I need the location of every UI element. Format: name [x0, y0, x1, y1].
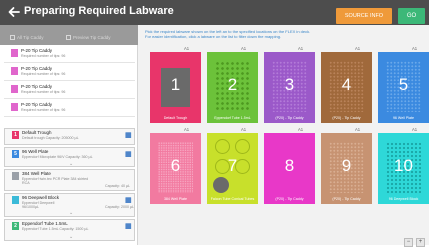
info-icon[interactable]: ▦ [125, 131, 132, 140]
tip-caddy-color-badge [11, 85, 18, 93]
chevron-down-icon[interactable]: ⌄ [69, 210, 73, 216]
deck-slot-5[interactable]: 5 96 Well Plate [378, 52, 429, 123]
info-icon[interactable]: ▦ [125, 150, 132, 159]
list-item[interactable]: P-20 Tip Caddy Required number of tips: … [4, 65, 135, 80]
list-item[interactable]: 2 Eppendorf Tube 1.5mL Eppendorf Tube 1.… [4, 219, 135, 241]
slot-tag: A1 [298, 127, 304, 132]
page-title: Preparing Required Labware [24, 5, 174, 17]
deck-slot-6[interactable]: 6 384 Well Plate [150, 133, 201, 204]
chevron-down-icon[interactable]: ⌄ [69, 234, 73, 240]
slot-tag: A1 [298, 46, 304, 51]
deck-map: Pick the required labware shown on the l… [138, 25, 429, 247]
info-icon[interactable]: ▦ [125, 222, 132, 231]
tip-caddy-color-badge [11, 103, 18, 111]
divider [4, 80, 135, 81]
deck-slot-1[interactable]: 1 Default Trough [150, 52, 201, 123]
sidebar-tab-bar: All Tip Caddy Preview Tip Caddy [0, 25, 138, 45]
slot-badge: 1 [12, 131, 19, 139]
checkbox-icon [66, 35, 71, 41]
slot-badge: 2 [12, 222, 19, 230]
slot-tag: A1 [184, 127, 190, 132]
labware-sidebar: All Tip Caddy Preview Tip Caddy P-20 Tip… [0, 25, 138, 245]
list-item[interactable]: P-20 Tip Caddy Required number of tips: … [4, 101, 135, 116]
deck-slot-7[interactable]: 7 Falcon Tube Conical Tubes [207, 133, 258, 204]
list-item[interactable]: 96 Deepwell Block Eppendorf Deepwell 96/… [4, 193, 135, 217]
info-icon[interactable]: ▦ [125, 196, 132, 205]
list-item[interactable]: P-20 Tip Caddy Required number of tips: … [4, 83, 135, 98]
slot-tag: A1 [355, 127, 361, 132]
deck-slot-8[interactable]: 8 (P20) - Tip Caddy [264, 133, 315, 204]
deck-slot-10[interactable]: 10 96 Deepwell Block [378, 133, 429, 204]
slot-tag: A1 [184, 46, 190, 51]
list-item[interactable]: P-20 Tip Caddy Required number of tips: … [4, 47, 135, 62]
checkbox-icon [10, 35, 15, 41]
tip-caddy-color-badge [11, 67, 18, 75]
tip-caddy-color-badge [11, 49, 18, 57]
list-item[interactable]: 1 Default Trough Default trough Capacity… [4, 128, 135, 145]
deck-slot-3[interactable]: 3 (P20) - Tip Caddy [264, 52, 315, 123]
slot-tag: A1 [355, 46, 361, 51]
tube-well-filled [213, 177, 229, 193]
chevron-down-icon[interactable]: ⌄ [69, 161, 73, 167]
top-bar: Preparing Required Labware SOURCE INFO G… [0, 0, 429, 25]
tab-all-tip-caddy[interactable]: All Tip Caddy [10, 33, 44, 42]
slot-tag: A1 [412, 46, 418, 51]
tube-well [215, 139, 230, 154]
tube-well [235, 139, 250, 154]
slot-badge: 5 [12, 150, 19, 158]
deck-slot-2[interactable]: 2 Eppendorf Tube 1.5mL [207, 52, 258, 123]
slot-tag: A1 [241, 46, 247, 51]
slot-tag: A1 [412, 127, 418, 132]
list-item[interactable]: 384 Well Plate Eppendorf twin.tec PCR Pl… [4, 169, 135, 191]
divider [4, 116, 135, 117]
slot-badge [12, 196, 19, 204]
list-item[interactable]: 5 96 Well Plate Eppendorf Microplate 96/… [4, 147, 135, 167]
instructions: Pick the required labware shown on the l… [145, 29, 311, 39]
zoom-out-icon[interactable]: − [404, 238, 413, 247]
divider [4, 98, 135, 99]
source-info-button[interactable]: SOURCE INFO [336, 8, 392, 24]
slot-badge [12, 172, 19, 180]
slot-tag: A1 [241, 127, 247, 132]
go-button[interactable]: GO [398, 8, 425, 24]
back-arrow-icon[interactable] [8, 6, 20, 18]
deck-slot-9[interactable]: 9 (P20) - Tip Caddy [321, 133, 372, 204]
deck-slot-4[interactable]: 4 (P20) - Tip Caddy [321, 52, 372, 123]
tab-preview-tip-caddy[interactable]: Preview Tip Caddy [66, 33, 111, 42]
divider [4, 62, 135, 63]
zoom-in-icon[interactable]: + [416, 238, 425, 247]
